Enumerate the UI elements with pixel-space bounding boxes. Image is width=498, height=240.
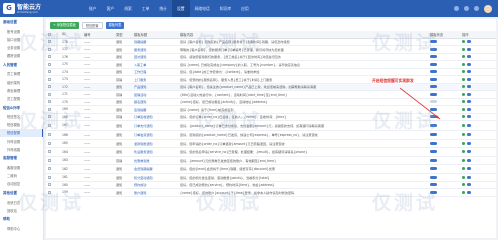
annotation-arrow — [399, 87, 441, 120]
annotation-callout: 开启短信提醒可实现群发 — [371, 78, 415, 84]
app-root: G 智能云方 zhiYunFang.com 账户 客户 线索 工单 统计 设置 网络电话 知识… — [0, 0, 498, 240]
